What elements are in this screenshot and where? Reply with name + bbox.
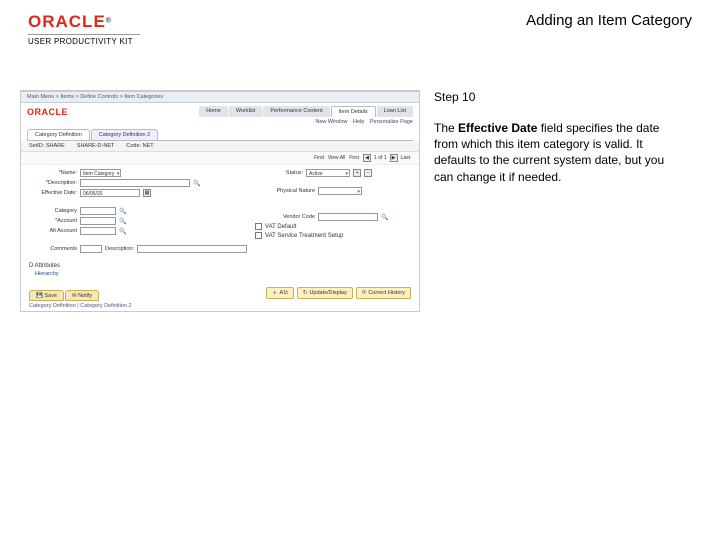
delete-row-icon[interactable]: −	[364, 169, 372, 177]
logo-rule	[28, 34, 140, 35]
subtab-category-definition-2[interactable]: Category Definition 2	[91, 129, 158, 140]
label-category: Category	[29, 208, 77, 214]
app-logo: ORACLE	[27, 107, 68, 117]
search-icon-2[interactable]: 🔍	[119, 208, 126, 215]
calendar-icon[interactable]: ▦	[143, 189, 151, 197]
name-select[interactable]: Item Category▾	[80, 169, 121, 177]
upk-subtitle: USER PRODUCTIVITY KIT	[28, 37, 140, 46]
label-alt-account: Alt Account	[29, 228, 77, 234]
alt-account-input[interactable]	[80, 227, 116, 235]
label-desc2: Description:	[105, 246, 134, 252]
tab-item-details[interactable]: Item Details	[331, 106, 376, 117]
search-icon-5[interactable]: 🔍	[381, 214, 388, 221]
physical-nature-select[interactable]: ▾	[318, 187, 362, 195]
next-icon[interactable]: ▶	[390, 154, 398, 162]
search-icon-4[interactable]: 🔍	[119, 228, 126, 235]
vendor-code-input[interactable]	[318, 213, 378, 221]
chevron-down-icon-2: ▾	[346, 170, 349, 178]
page-title: Adding an Item Category	[526, 12, 692, 29]
correct-history-button[interactable]: ⟳Correct History	[356, 287, 411, 299]
label-status: Status:	[255, 170, 303, 176]
prev-icon[interactable]: ◀	[363, 154, 371, 162]
label-vendor-code: Vendor Code	[255, 214, 315, 220]
notify-icon: ✉	[72, 293, 77, 299]
category-input[interactable]	[80, 207, 116, 215]
vat-service-checkbox[interactable]	[255, 232, 262, 239]
label-physical-nature: Physical Nature	[255, 188, 315, 194]
effective-date-input[interactable]: 06/05/20	[80, 189, 140, 197]
top-tabs: Home Worklist Performance Content Item D…	[199, 106, 413, 117]
link-new-window[interactable]: New Window	[315, 119, 347, 125]
app-breadcrumb: Main Menu > Items > Define Controls > It…	[21, 91, 419, 103]
footer-breadcrumb: Category Definition | Category Definitio…	[21, 301, 419, 311]
toolbar-find[interactable]: Find	[314, 155, 324, 161]
label-vat-default: VAT Default	[265, 224, 296, 230]
record-toolbar: Find View All First ◀ 1 of 1 ▶ Last	[21, 152, 419, 165]
tab-worklist[interactable]: Worklist	[229, 106, 262, 117]
label-vat-service: VAT Service Treatment Setup	[265, 233, 343, 239]
toolbar-view-all[interactable]: View All	[328, 155, 345, 161]
tab-performance[interactable]: Performance Content	[263, 106, 329, 117]
link-personalize[interactable]: Personalize Page	[370, 119, 413, 125]
chevron-down-icon: ▾	[117, 170, 120, 178]
add-row-icon[interactable]: +	[353, 169, 361, 177]
description-input[interactable]	[80, 179, 190, 187]
toolbar-counter: 1 of 1	[374, 155, 387, 161]
history-icon: ⟳	[362, 290, 367, 296]
add-button[interactable]: ＋A1t	[266, 287, 294, 299]
update-display-button[interactable]: ↻Update/Display	[297, 287, 353, 299]
tab-home[interactable]: Home	[199, 106, 228, 117]
chevron-down-icon-3: ▾	[358, 188, 361, 196]
save-icon: 💾	[36, 293, 43, 299]
subtab-category-definition[interactable]: Category Definition	[27, 129, 90, 140]
oracle-logo: ORACLE®	[28, 12, 140, 32]
label-description: Description:	[29, 180, 77, 186]
desc2-input[interactable]	[137, 245, 247, 253]
label-comments: Comments	[29, 246, 77, 252]
label-account: Account	[29, 218, 77, 224]
info-row: SetID: SHARE SHARE-D-NET Code: NET	[21, 141, 419, 152]
embedded-screenshot: Main Menu > Items > Define Controls > It…	[20, 90, 420, 312]
upk-logo-block: ORACLE® USER PRODUCTIVITY KIT	[28, 12, 140, 46]
label-name: Name:	[29, 170, 77, 176]
toolbar-last[interactable]: Last	[401, 155, 410, 161]
notify-button[interactable]: ✉ Notify	[65, 290, 99, 301]
toolbar-first[interactable]: First	[349, 155, 359, 161]
search-icon[interactable]: 🔍	[193, 180, 200, 187]
account-input[interactable]	[80, 217, 116, 225]
vat-default-checkbox[interactable]	[255, 223, 262, 230]
app-utility-links: New Window Help Personalize Page	[21, 117, 419, 127]
step-description: The Effective Date field specifies the d…	[434, 120, 680, 185]
comments-input[interactable]	[80, 245, 102, 253]
refresh-icon: ↻	[303, 290, 308, 296]
hierarchy-link[interactable]: Hierarchy	[29, 269, 411, 283]
search-icon-3[interactable]: 🔍	[119, 218, 126, 225]
link-help[interactable]: Help	[353, 119, 364, 125]
save-button[interactable]: 💾 Save	[29, 290, 64, 301]
step-label: Step 10	[434, 90, 680, 104]
tab-loan-list[interactable]: Loan List	[377, 106, 413, 117]
label-eff-date: Effective Date:	[29, 190, 77, 196]
status-select[interactable]: Active▾	[306, 169, 350, 177]
plus-icon: ＋	[272, 289, 278, 297]
